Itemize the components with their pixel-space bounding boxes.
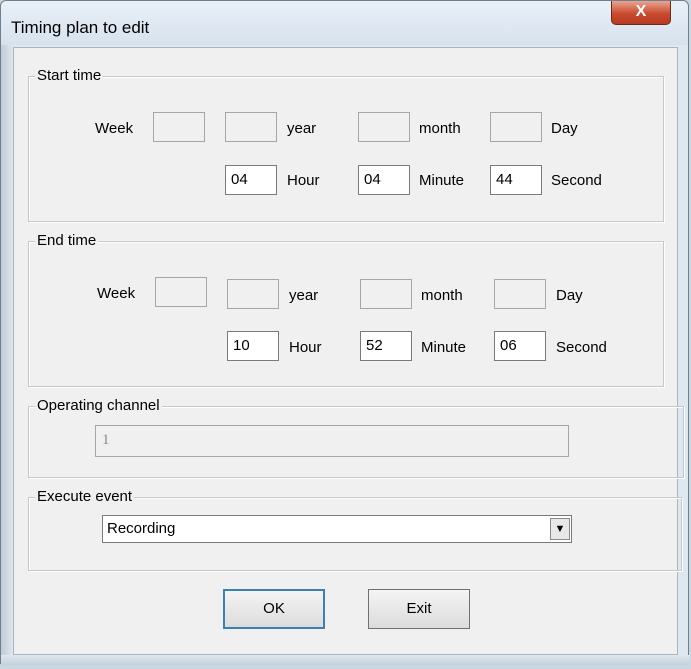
start-month-field[interactable] — [358, 112, 410, 142]
start-time-group: Start time Week year month Day 04 Hour 0… — [28, 68, 664, 222]
end-second-label: Second — [556, 339, 607, 356]
exit-button[interactable]: Exit — [368, 589, 470, 629]
window-frame-left — [1, 45, 13, 665]
end-year-field[interactable] — [227, 279, 279, 309]
execute-event-select[interactable]: Recording ▼ — [102, 515, 572, 543]
end-hour-input[interactable]: 10 — [227, 331, 279, 361]
start-second-input[interactable]: 44 — [490, 165, 542, 195]
start-week-field — [153, 112, 205, 142]
end-minute-label: Minute — [421, 339, 467, 356]
end-week-field — [155, 277, 207, 307]
start-year-field[interactable] — [225, 112, 277, 142]
end-month-label: month — [421, 287, 463, 304]
end-day-field[interactable] — [494, 279, 546, 309]
chevron-down-icon[interactable]: ▼ — [550, 518, 570, 540]
window-title: Timing plan to edit — [11, 18, 150, 37]
operating-channel-field: 1 — [95, 425, 569, 457]
execute-event-value: Recording — [107, 520, 176, 537]
ok-button[interactable]: OK — [223, 589, 325, 629]
start-year-label: year — [287, 120, 317, 137]
end-hour-label: Hour — [289, 339, 322, 356]
start-minute-label: Minute — [419, 172, 465, 189]
window-frame-bottom — [1, 655, 690, 665]
title-bar[interactable]: Timing plan to edit X — [1, 1, 688, 45]
start-day-field[interactable] — [490, 112, 542, 142]
execute-event-group: Execute event Recording ▼ — [28, 489, 682, 571]
end-time-legend: End time — [35, 232, 99, 249]
close-icon: X — [635, 3, 647, 20]
end-year-label: year — [289, 287, 319, 304]
start-month-label: month — [419, 120, 461, 137]
end-minute-input[interactable]: 52 — [360, 331, 412, 361]
close-button[interactable]: X — [611, 1, 671, 25]
start-week-label: Week — [95, 120, 134, 137]
end-second-input[interactable]: 06 — [494, 331, 546, 361]
start-minute-input[interactable]: 04 — [358, 165, 410, 195]
dialog-content: Start time Week year month Day 04 Hour 0… — [13, 47, 684, 655]
execute-event-legend: Execute event — [35, 488, 135, 505]
end-week-label: Week — [97, 285, 136, 302]
end-month-field[interactable] — [360, 279, 412, 309]
start-day-label: Day — [551, 120, 578, 137]
dialog-window: Timing plan to edit X Start time Week ye… — [0, 0, 690, 665]
start-hour-input[interactable]: 04 — [225, 165, 277, 195]
end-time-group: End time Week year month Day 10 Hour 52 … — [28, 233, 664, 387]
operating-channel-legend: Operating channel — [35, 397, 162, 414]
start-second-label: Second — [551, 172, 602, 189]
operating-channel-group: Operating channel 1 — [28, 398, 684, 478]
start-hour-label: Hour — [287, 172, 320, 189]
end-day-label: Day — [556, 287, 583, 304]
start-time-legend: Start time — [35, 67, 104, 84]
